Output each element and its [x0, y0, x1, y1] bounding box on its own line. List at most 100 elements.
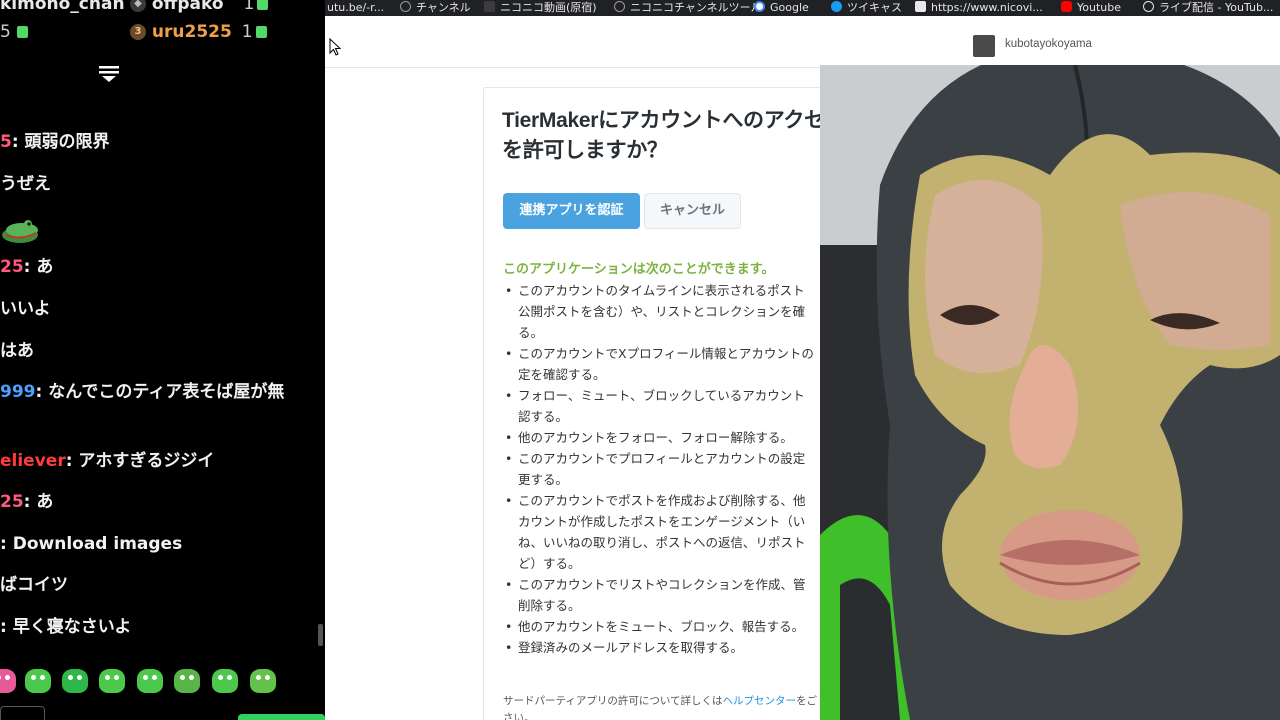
chat-text: : 早く寝なさいよ	[0, 617, 132, 637]
chat-username[interactable]: 25	[0, 257, 24, 277]
auth-title: TierMakerにアカウントへのアクセ を許可しますか？	[502, 106, 842, 166]
top-user-count: 5	[0, 22, 11, 42]
scroll-down-icon[interactable]	[98, 62, 120, 84]
bookmark-label: チャンネル	[416, 1, 471, 14]
rank-badge-icon: 3	[130, 24, 146, 40]
emote-icon[interactable]	[99, 669, 125, 693]
bookmark-label: ニコニコチャンネルツール	[630, 1, 762, 14]
frog-emote-icon	[2, 220, 38, 243]
bookmark-label: ツイキャス	[847, 1, 902, 14]
avatar[interactable]	[973, 35, 995, 57]
permission-line: このアカウントのタイムラインに表示されるポスト	[518, 283, 805, 298]
permission-line: 公開ポストを含む）や、リストとコレクションを確	[518, 304, 806, 319]
learn-more-line2: さい。	[503, 712, 535, 720]
webcam-masked-face-image	[820, 65, 1280, 720]
chat-text: いいよ	[0, 299, 51, 319]
permission-line: 他のアカウントをフォロー、フォロー解除する。	[518, 430, 793, 445]
chat-send-button[interactable]	[238, 714, 325, 720]
permission-item: 他のアカウントをフォロー、フォロー解除する。	[503, 427, 843, 448]
chat-message: : 早く寝なさいよ	[0, 614, 131, 640]
chat-username[interactable]: eliever	[0, 451, 66, 471]
permission-line: 他のアカウントをミュート、ブロック、報告する。	[518, 619, 805, 634]
emote-icon[interactable]	[212, 669, 238, 693]
learn-more-text: サードパーティアプリの許可について詳しくはヘルプセンターをご さい。	[503, 693, 843, 720]
permission-line: 削除する。	[518, 598, 581, 613]
google-icon	[754, 1, 765, 12]
permission-item: 登録済みのメールアドレスを取得する。	[503, 637, 843, 658]
chat-text: ばコイツ	[0, 575, 68, 595]
emote-icon[interactable]	[25, 669, 51, 693]
bookmark-item[interactable]: ニコニコ動画(原宿)	[484, 0, 597, 16]
permission-line: このアカウントでプロフィールとアカウントの設定	[518, 451, 806, 466]
bookmark-item[interactable]: ニコニコチャンネルツール	[614, 0, 762, 16]
emote-icon[interactable]	[174, 669, 200, 693]
account-username[interactable]: kubotayokoyama	[1005, 38, 1092, 50]
permission-line: フォロー、ミュート、ブロックしているアカウント	[518, 388, 805, 403]
permission-line: 更する。	[518, 472, 569, 487]
permission-line: カウントが作成したポストをエンゲージメント（い	[518, 514, 806, 529]
bookmark-item[interactable]: https://www.nicovi...	[915, 0, 1043, 16]
top-user-count: 1	[243, 0, 255, 14]
top-user-2: ◆ offpako 1	[130, 0, 269, 16]
permission-line: このアカウントでXプロフィール情報とアカウントの	[518, 346, 814, 361]
chat-text: : 頭弱の限界	[11, 132, 110, 152]
bookmark-item[interactable]: チャンネル	[400, 0, 471, 16]
chat-text: : Download images	[0, 534, 183, 554]
globe-icon	[1143, 1, 1154, 12]
permissions-heading: このアプリケーションは次のことができます。	[503, 262, 775, 277]
bookmark-item[interactable]: ライブ配信 - YouTub...	[1143, 0, 1273, 16]
chat-message: eliever: アホすぎるジジイ	[0, 448, 214, 474]
top-user-count: 1	[241, 22, 253, 42]
page-header: kubotayokoyama	[325, 16, 1280, 68]
learn-more-suffix: をご	[796, 695, 818, 707]
chat-text: : あ	[23, 492, 54, 512]
authorize-app-button[interactable]: 連携アプリを認証	[503, 193, 640, 229]
chat-message: いいよ	[0, 296, 51, 322]
bookmark-label: https://www.nicovi...	[931, 1, 1043, 14]
permission-item: 他のアカウントをミュート、ブロック、報告する。	[503, 616, 843, 637]
emote-icon[interactable]	[250, 669, 276, 693]
rank-badge-icon: ◆	[130, 0, 146, 12]
chat-message: ばコイツ	[0, 572, 68, 598]
chat-message: はあ	[0, 338, 34, 364]
bookmark-label: ライブ配信 - YouTub...	[1159, 1, 1274, 14]
permission-line: このアカウントでポストを作成および削除する、他	[518, 493, 806, 508]
bookmark-item[interactable]: Youtube	[1061, 0, 1121, 16]
top-user-name: kimono_chan	[0, 0, 125, 14]
chat-input[interactable]	[0, 706, 45, 720]
permission-line: 登録済みのメールアドレスを取得する。	[518, 640, 744, 655]
permission-item: このアカウントでプロフィールとアカウントの設定更する。	[503, 448, 843, 490]
twitcasting-icon	[831, 1, 842, 12]
permission-line: このアカウントでリストやコレクションを作成、管	[518, 577, 806, 592]
cancel-button[interactable]: キャンセル	[644, 193, 741, 229]
bookmarks-bar: utu.be/-r... チャンネル ニコニコ動画(原宿) ニコニコチャンネルツ…	[325, 0, 1280, 16]
webcam-video	[820, 65, 1280, 720]
gift-icon	[16, 26, 28, 38]
chat-scrollbar[interactable]	[318, 624, 323, 646]
bookmark-label: utu.be/-r...	[327, 1, 385, 14]
help-center-link[interactable]: ヘルプセンター	[723, 695, 797, 707]
chat-username[interactable]: 5	[0, 132, 12, 152]
emote-icon[interactable]	[0, 669, 16, 693]
emote-icon[interactable]	[137, 669, 163, 693]
chat-message: 999: なんでこのティア表そば屋が無	[0, 379, 284, 405]
gift-icon	[257, 0, 269, 10]
youtube-icon	[1061, 1, 1072, 12]
chat-username[interactable]: 25	[0, 492, 24, 512]
bookmark-label: Google	[770, 1, 809, 14]
chat-message: 25: あ	[0, 254, 53, 280]
niconico-channel-icon	[400, 1, 411, 12]
bookmark-item[interactable]: ツイキャス	[831, 0, 902, 16]
chat-username[interactable]: 999	[0, 382, 36, 402]
emote-icon[interactable]	[62, 669, 88, 693]
auth-title-line: TierMakerにアカウントへのアクセ	[502, 109, 825, 132]
mail-icon	[915, 1, 926, 12]
bookmark-item[interactable]: Google	[754, 0, 809, 16]
chat-text: : なんでこのティア表そば屋が無	[35, 382, 285, 402]
permissions-list: このアカウントのタイムラインに表示されるポスト公開ポストを含む）や、リストとコレ…	[503, 280, 843, 658]
chat-message: 5: 頭弱の限界	[0, 129, 110, 155]
chat-message: : Download images	[0, 531, 182, 557]
bookmark-item[interactable]: utu.be/-r...	[327, 0, 384, 16]
top-user-3: 5	[0, 22, 28, 44]
top-user-1: kimono_chan	[0, 0, 125, 16]
